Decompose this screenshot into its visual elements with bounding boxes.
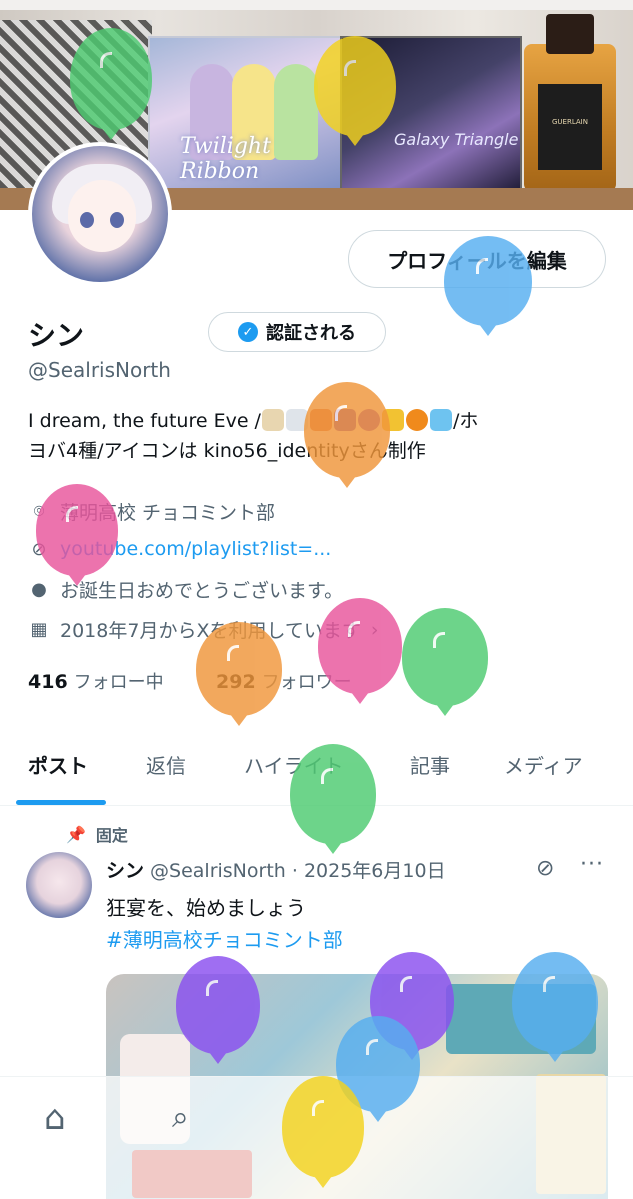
following-count: 416: [28, 671, 68, 693]
tab-media[interactable]: メディア: [504, 750, 583, 779]
search-icon[interactable]: ⌕: [172, 1100, 189, 1135]
gem-emoji-icon: [429, 409, 452, 431]
avatar-face: [68, 180, 136, 252]
user-handle: @SealrisNorth: [28, 358, 171, 382]
avatar-eye: [110, 212, 124, 228]
post-author-name[interactable]: シン: [106, 860, 144, 882]
balloon-icon[interactable]: [36, 484, 118, 576]
banner-wall: [0, 0, 633, 10]
more-icon[interactable]: ···: [580, 852, 604, 877]
post-author-handle[interactable]: @SealrisNorth: [150, 860, 286, 882]
grok-icon[interactable]: ⊘: [536, 856, 554, 881]
balloon-icon: ●: [31, 579, 47, 600]
bio-text: I dream, the future Eve /: [28, 410, 261, 432]
following-label: フォロー中: [73, 672, 164, 693]
post-hashtag[interactable]: #薄明高校チョコミント部: [106, 924, 343, 953]
banner-perfume-bottle: GUERLAIN: [524, 14, 616, 192]
cd-title: Twilight Ribbon: [180, 134, 271, 184]
post-header: シン @SealrisNorth · 2025年6月10日: [106, 856, 446, 883]
pinned-indicator: 📌 固定: [66, 822, 128, 846]
calendar-icon: ▦: [30, 619, 48, 640]
balloon-icon[interactable]: [282, 1076, 364, 1178]
balloon-icon[interactable]: [318, 598, 402, 694]
balloon-icon[interactable]: [512, 952, 598, 1052]
balloon-icon[interactable]: [70, 28, 152, 130]
display-name: シン: [28, 319, 85, 352]
tab-posts[interactable]: ポスト: [28, 750, 88, 779]
bottle-label: GUERLAIN: [538, 84, 602, 170]
profile-avatar[interactable]: [28, 142, 172, 286]
pin-icon: 📌: [66, 824, 86, 844]
orange-emoji-icon: [405, 409, 428, 431]
feather-emoji-icon: [261, 409, 284, 431]
verify-button-label: 認証される: [266, 323, 356, 344]
cd-title: Galaxy Triangle: [394, 130, 519, 149]
bio-text: /ホ: [452, 410, 479, 432]
post-date[interactable]: · 2025年6月10日: [292, 860, 446, 882]
post-text: 狂宴を、始めましょう: [106, 896, 306, 920]
verified-badge-icon: ✓: [238, 322, 258, 342]
balloon-icon[interactable]: [314, 36, 396, 136]
balloon-icon[interactable]: [196, 622, 282, 716]
balloon-icon[interactable]: [304, 382, 390, 478]
balloon-icon[interactable]: [290, 744, 376, 844]
tab-replies[interactable]: 返信: [146, 750, 186, 779]
avatar-eye: [80, 212, 94, 228]
banner-cd-twilight-ribbon: Twilight Ribbon: [148, 36, 344, 190]
active-tab-indicator: [16, 800, 106, 805]
balloon-icon[interactable]: [402, 608, 488, 706]
home-icon[interactable]: ⌂: [44, 1098, 66, 1138]
pinned-label: 固定: [95, 826, 128, 845]
post-author-avatar[interactable]: [26, 852, 92, 918]
birthday-text: お誕生日おめでとうございます。: [60, 580, 344, 602]
balloon-icon[interactable]: [176, 956, 260, 1054]
bottle-cap: [546, 14, 594, 54]
balloon-icon[interactable]: [444, 236, 532, 326]
following-link[interactable]: 416 フォロー中: [28, 668, 164, 694]
get-verified-button[interactable]: ✓ 認証される: [208, 312, 386, 352]
tab-articles[interactable]: 記事: [410, 750, 450, 779]
